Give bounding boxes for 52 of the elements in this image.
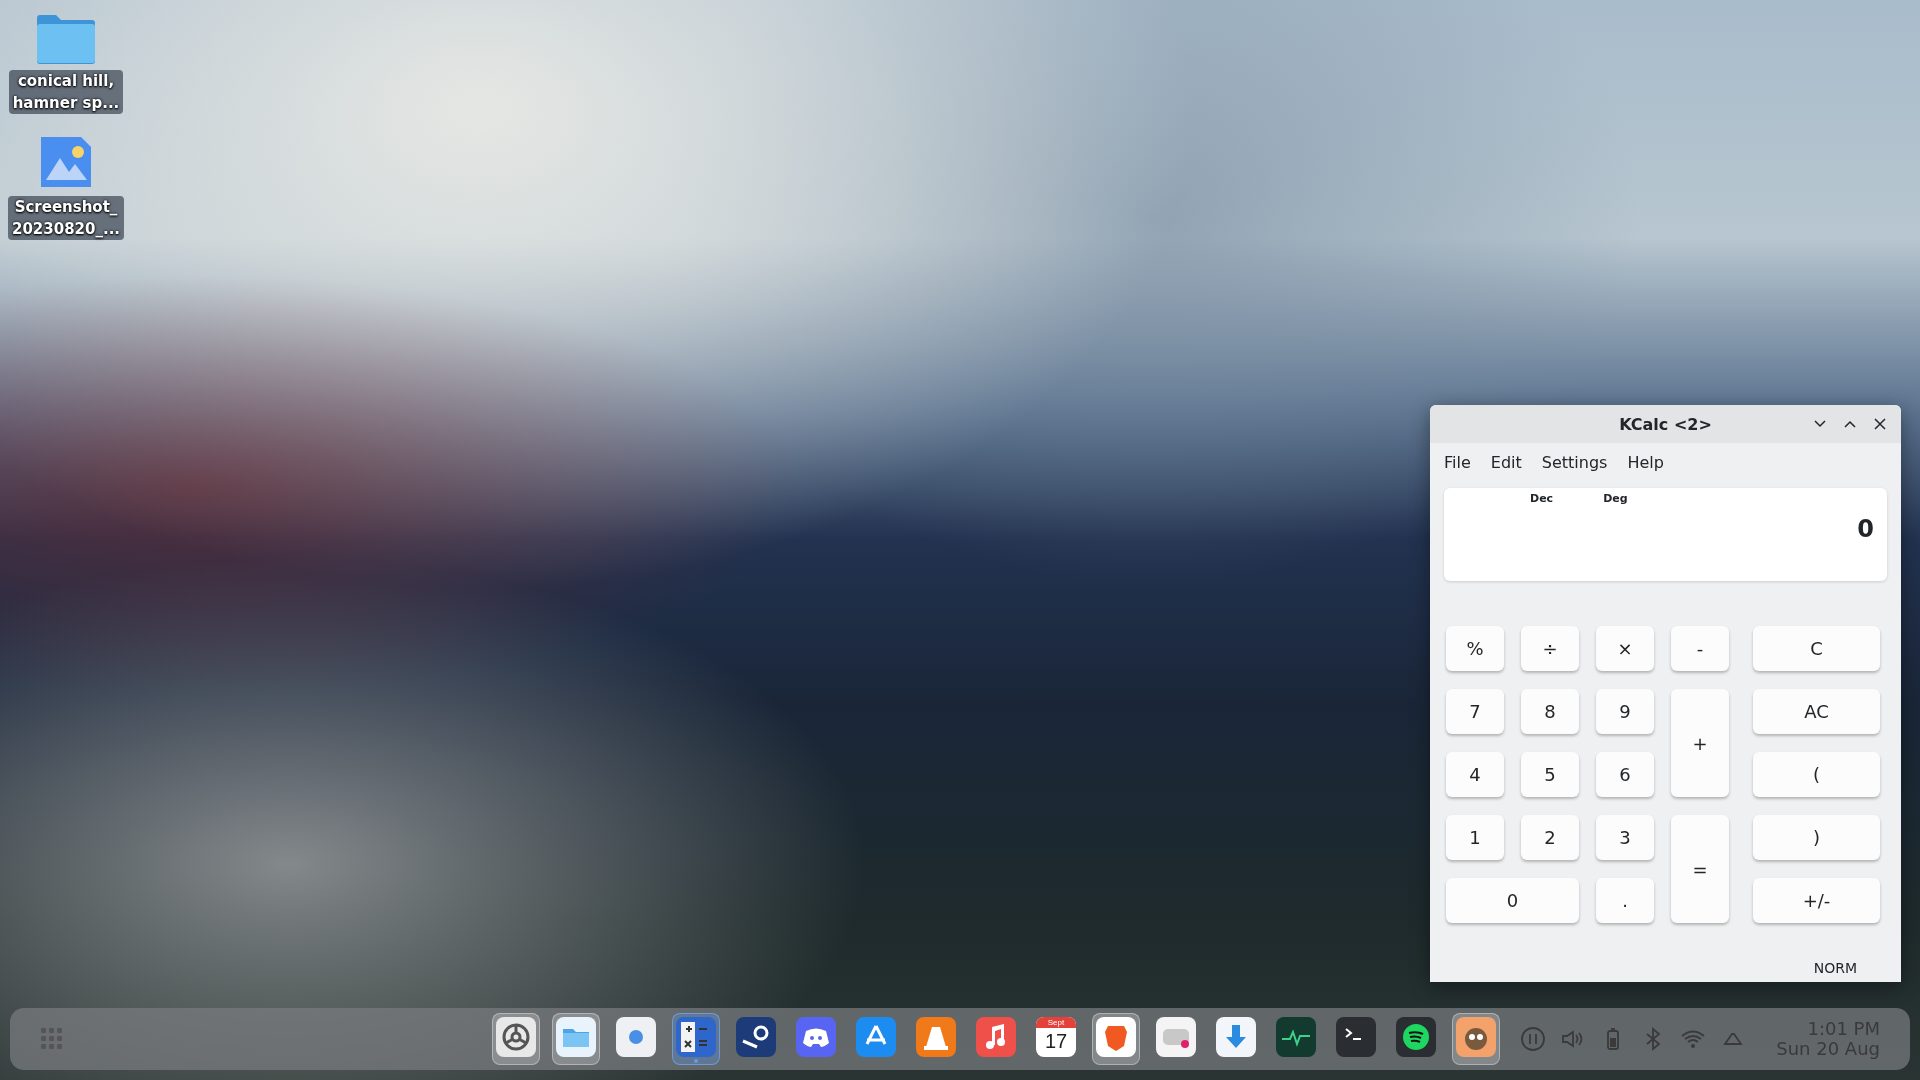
pulse-icon (1276, 1017, 1316, 1057)
status-label: NORM (1813, 960, 1857, 976)
calculator-key[interactable]: 2 (1521, 815, 1579, 860)
close-icon (1873, 417, 1887, 431)
calculator-key[interactable]: ) (1753, 815, 1880, 860)
calculator-key[interactable]: 0 (1446, 878, 1579, 923)
dock-app-button[interactable]: Sept 17 (1032, 1013, 1080, 1065)
calculator-key[interactable]: 1 (1446, 815, 1504, 860)
calculator-key[interactable]: C (1753, 626, 1880, 671)
pause-icon (1520, 1026, 1547, 1052)
calculator-key[interactable]: 8 (1521, 689, 1579, 734)
calculator-key[interactable]: . (1596, 878, 1654, 923)
menu-item[interactable]: File (1434, 452, 1481, 472)
gear-icon (496, 1017, 536, 1057)
window-title: KCalc <2> (1619, 414, 1712, 434)
calculator-icon (676, 1017, 716, 1057)
calculator-key[interactable]: + (1671, 689, 1729, 797)
mode-indicator: Dec (1530, 492, 1554, 505)
active-indicator (694, 1059, 698, 1063)
calculator-key[interactable]: +/- (1753, 878, 1880, 923)
discord-icon (796, 1017, 836, 1057)
calculator-key[interactable]: 6 (1596, 752, 1654, 797)
menu-item[interactable]: Settings (1531, 452, 1618, 472)
calculator-key[interactable]: 5 (1521, 752, 1579, 797)
calculator-key[interactable]: AC (1753, 689, 1880, 734)
dock-app-button[interactable] (672, 1013, 720, 1065)
menu-item[interactable]: Edit (1480, 452, 1532, 472)
calculator-key[interactable]: % (1446, 626, 1504, 671)
app-store-icon (856, 1017, 896, 1057)
calculator-key[interactable]: × (1596, 626, 1654, 671)
desktop-icon-label[interactable]: Screenshot_ 20230820_... (7, 196, 125, 240)
calculator-key[interactable]: ÷ (1521, 626, 1579, 671)
calendar-day: 17 (1044, 1028, 1068, 1055)
desktop-icon-label[interactable]: conical hill, hamner sp... (8, 70, 124, 114)
folder-icon (35, 14, 97, 64)
music-note-icon (976, 1017, 1016, 1057)
image-file-icon (38, 134, 94, 190)
calculator-key[interactable]: - (1671, 626, 1729, 671)
calculator-key[interactable]: ( (1753, 752, 1880, 797)
menu-item[interactable]: Help (1617, 452, 1674, 472)
folder-icon (556, 1017, 596, 1057)
recorder-icon (1156, 1017, 1196, 1057)
terminal-icon (1336, 1017, 1376, 1057)
calculator-key[interactable]: = (1671, 815, 1729, 923)
calculator-key[interactable]: 9 (1596, 689, 1654, 734)
traffic-cone-icon (916, 1017, 956, 1057)
calculator-key[interactable]: 7 (1446, 689, 1504, 734)
display-value: 0 (1857, 515, 1874, 543)
mode-indicator: Deg (1603, 492, 1628, 505)
calendar-month: Sept (1036, 1017, 1076, 1028)
calculator-key[interactable]: 3 (1596, 815, 1654, 860)
calculator-key[interactable]: 4 (1446, 752, 1504, 797)
